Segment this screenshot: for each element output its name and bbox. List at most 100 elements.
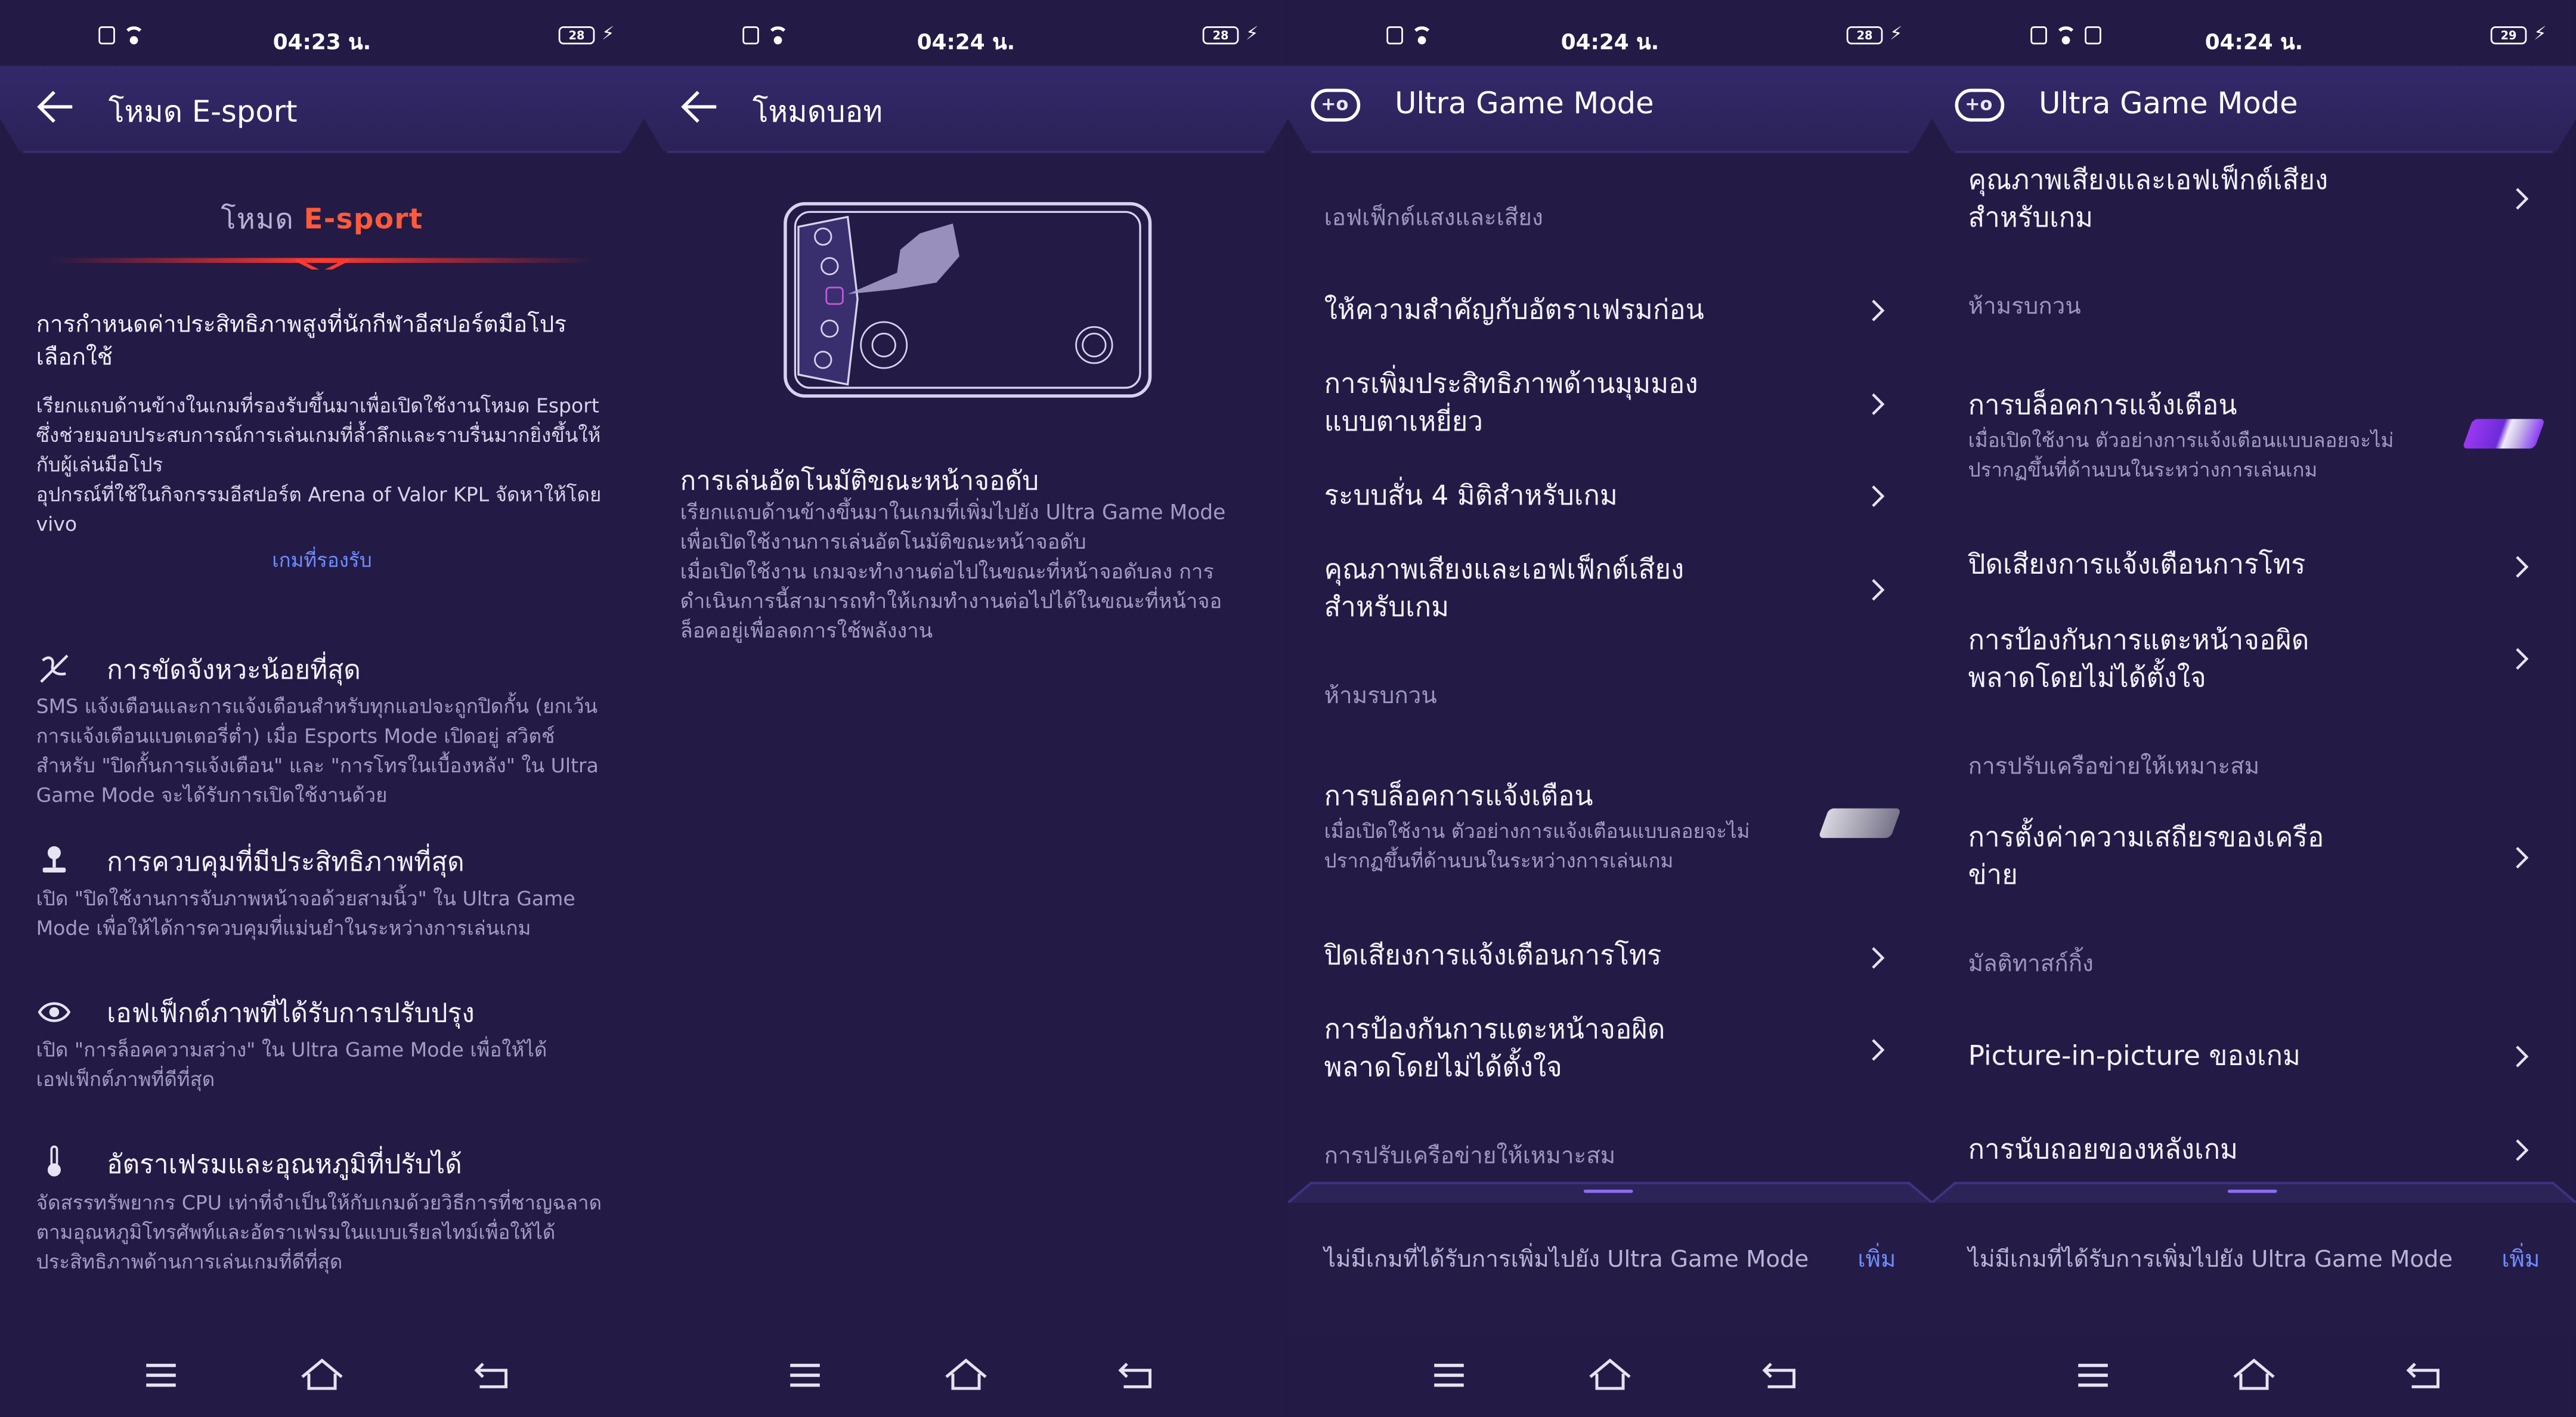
section-network: การปรับเครือข่ายให้เหมาะสม [1968, 754, 2260, 781]
back-arrow-icon [37, 91, 73, 123]
block-notification-desc: เมื่อเปิดใช้งาน ตัวอย่างการแจ้งเตือนแบบล… [1968, 429, 2394, 482]
no-games-text: ไม่มีเกมที่ได้รับการเพิ่มไปยัง Ultra Gam… [1324, 1247, 1809, 1274]
status-time: 04:23 น. [273, 31, 371, 56]
back-button[interactable] [680, 89, 720, 125]
feature-desc: จัดสรรทรัพยากร CPU เท่าที่จำเป็นให้กับเก… [36, 1191, 602, 1274]
chevron-right-icon[interactable] [2513, 844, 2530, 869]
chevron-right-icon[interactable] [2513, 553, 2530, 578]
navigation-bar [1932, 1334, 2576, 1416]
chevron-right-icon[interactable] [1869, 945, 1886, 969]
header-bar [0, 66, 644, 151]
status-time: 04:24 น. [917, 31, 1015, 56]
back-button[interactable] [36, 89, 76, 125]
game-list-panel: ไม่มีเกมที่ได้รับการเพิ่มไปยัง Ultra Gam… [1287, 1181, 1932, 1335]
navigation-bar [0, 1334, 644, 1416]
status-bar: 04:24 น. 29 ⚡ [1932, 20, 2576, 56]
feature-title: เอฟเฟ็กต์ภาพที่ได้รับการปรับปรุง [107, 997, 475, 1029]
supported-games-link[interactable]: เกมที่รองรับ [0, 546, 644, 577]
gamepad-icon: +o [1955, 88, 2005, 122]
feature-title: การควบคุมที่มีประสิทธิภาพที่สุด [107, 846, 465, 878]
return-icon[interactable] [1117, 1360, 1153, 1390]
block-notification-desc: เมื่อเปิดใช้งาน ตัวอย่างการแจ้งเตือนแบบล… [1324, 819, 1750, 873]
drag-handle[interactable] [2227, 1189, 2277, 1193]
chevron-right-icon[interactable] [2513, 1137, 2530, 1161]
no-disturb-icon [40, 654, 69, 683]
chevron-right-icon[interactable] [2513, 646, 2530, 670]
section-network: การปรับเครือข่ายให้เหมาะสม [1324, 1143, 1616, 1170]
menu-icon[interactable] [790, 1363, 820, 1387]
chevron-right-icon[interactable] [1869, 391, 1886, 415]
ultra-game-mode-screen: 04:24 น. 28 ⚡ +o Ultra Game Mode เอฟเฟ็ก… [1287, 0, 1932, 1416]
back-arrow-icon [681, 91, 717, 123]
home-icon[interactable] [2233, 1357, 2275, 1390]
screenshot-collage: 04:23 น. 28 ⚡ โหมด E-sport โหมด E-sport … [0, 0, 2576, 1416]
home-icon[interactable] [301, 1357, 343, 1390]
menu-icon[interactable] [146, 1363, 176, 1387]
chevron-right-icon[interactable] [2513, 1043, 2530, 1068]
home-icon[interactable] [1589, 1357, 1631, 1390]
countdown-item[interactable]: การนับถอยของหลังเกม [1968, 1131, 2510, 1168]
prevent-touch-item[interactable]: การป้องกันการแตะหน้าจอผิดพลาดโดยไม่ได้ตั… [1968, 621, 2346, 697]
feature-desc: เปิด "ปิดใช้งานการจับภาพหน้าจอด้วยสามนิ้… [36, 887, 575, 940]
page-title: Ultra Game Mode [1395, 87, 1654, 122]
esport-logo: โหมด E-sport [33, 191, 611, 289]
drag-handle[interactable] [1583, 1189, 1633, 1193]
add-game-button[interactable]: เพิ่ม [2501, 1242, 2540, 1279]
status-time: 04:24 น. [1561, 31, 1659, 56]
section-dnd: ห้ามรบกวน [1968, 294, 2081, 321]
add-game-button[interactable]: เพิ่ม [1857, 1242, 1896, 1279]
4d-vibration-item[interactable]: ระบบสั่น 4 มิติสำหรับเกม [1324, 477, 1866, 514]
page-title: โหมด E-sport [108, 95, 298, 130]
battery-icon: 28 [1846, 26, 1883, 45]
no-games-text: ไม่มีเกมที่ได้รับการเพิ่มไปยัง Ultra Gam… [1968, 1247, 2453, 1274]
block-notification-toggle[interactable] [1818, 808, 1902, 839]
section-dnd: ห้ามรบกวน [1324, 683, 1437, 710]
menu-icon[interactable] [2078, 1363, 2108, 1387]
esport-headline: การกำหนดค่าประสิทธิภาพสูงที่นักกีฬาอีสปอ… [36, 312, 567, 372]
mute-call-item[interactable]: ปิดเสียงการแจ้งเตือนการโทร [1968, 546, 2510, 583]
game-audio-item[interactable]: คุณภาพเสียงและเอฟเฟ็กต์เสียงสำหรับเกม [1968, 161, 2363, 237]
navigation-bar [1288, 1334, 1932, 1416]
game-list-panel: ไม่มีเกมที่ได้รับการเพิ่มไปยัง Ultra Gam… [1931, 1181, 2576, 1335]
bot-desc-1: เรียกแถบด้านข้างขึ้นมาในเกมที่เพิ่มไปยัง… [680, 499, 1226, 554]
return-icon[interactable] [2405, 1360, 2441, 1390]
phone-illustration-icon [784, 202, 1152, 398]
esport-mode-screen: 04:23 น. 28 ⚡ โหมด E-sport โหมด E-sport … [0, 0, 644, 1416]
bot-desc-2: เมื่อเปิดใช้งาน เกมจะทำงานต่อไปในขณะที่ห… [680, 558, 1222, 643]
section-effects: เอฟเฟ็กต์แสงและเสียง [1324, 205, 1543, 232]
gamepad-icon: +o [1311, 88, 1361, 122]
feature-title: อัตราเฟรมและอุณหภูมิที่ปรับได้ [107, 1148, 462, 1180]
section-title: การเล่นอัตโนมัติขณะหน้าจอดับ [680, 465, 1039, 497]
esport-desc-2: อุปกรณ์ที่ใช้ในกิจกรรมอีสปอร์ต Arena of … [36, 482, 602, 536]
pip-item[interactable]: Picture-in-picture ของเกม [1968, 1037, 2510, 1074]
prevent-touch-item[interactable]: การป้องกันการแตะหน้าจอผิดพลาดโดยไม่ได้ตั… [1324, 1010, 1702, 1086]
battery-icon: 28 [1202, 26, 1239, 45]
eye-icon [38, 1002, 71, 1022]
status-bar: 04:24 น. 28 ⚡ [644, 20, 1288, 56]
chevron-right-icon[interactable] [1869, 298, 1886, 321]
battery-icon: 29 [2490, 26, 2527, 45]
chevron-right-icon[interactable] [1869, 1037, 1886, 1061]
charging-icon: ⚡ [1890, 23, 1903, 45]
chevron-right-icon[interactable] [1869, 577, 1886, 601]
mute-call-item[interactable]: ปิดเสียงการแจ้งเตือนการโทร [1324, 936, 1866, 974]
bot-mode-screen: 04:24 น. 28 ⚡ โหมดบอท การเล่นอัตโนมัติขณ… [643, 0, 1288, 1416]
menu-icon[interactable] [1434, 1363, 1464, 1387]
network-stability-item[interactable]: การตั้งค่าความเสถียรของเครือข่าย [1968, 818, 2363, 894]
charging-icon: ⚡ [1246, 23, 1259, 45]
chevron-right-icon[interactable] [2513, 185, 2530, 210]
game-audio-item[interactable]: คุณภาพเสียงและเอฟเฟ็กต์เสียงสำหรับเกม [1324, 550, 1719, 626]
return-icon[interactable] [473, 1360, 509, 1390]
block-notification-item: การบล็อคการแจ้งเตือน [1968, 389, 2237, 421]
section-multitask: มัลติทาสก์กิ้ง [1968, 951, 2094, 978]
home-icon[interactable] [945, 1357, 987, 1390]
return-icon[interactable] [1761, 1360, 1797, 1390]
chevron-right-icon[interactable] [1869, 483, 1886, 508]
status-bar: 04:23 น. 28 ⚡ [0, 20, 644, 56]
hawk-eye-item[interactable]: การเพิ่มประสิทธิภาพด้านมุมมองแบบตาเหยี่ย… [1324, 365, 1735, 441]
frame-rate-priority-item[interactable]: ให้ความสำคัญกับอัตราเฟรมก่อน [1324, 291, 1866, 329]
block-notification-toggle[interactable] [2462, 419, 2546, 449]
feature-title: การขัดจังหวะน้อยที่สุด [107, 654, 361, 685]
thermometer-icon [47, 1145, 61, 1177]
feature-desc: SMS แจ้งเตือนและการแจ้งเตือนสำหรับทุกแอป… [36, 695, 599, 807]
